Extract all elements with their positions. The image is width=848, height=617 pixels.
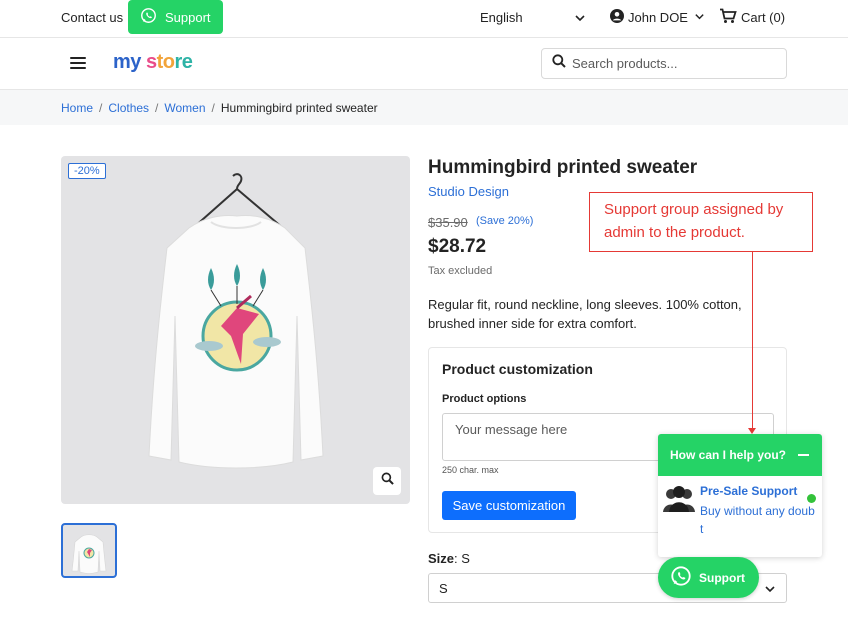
breadcrumb-home[interactable]: Home (61, 101, 93, 115)
search-box (541, 48, 787, 79)
chevron-down-icon[interactable] (574, 11, 586, 29)
zoom-icon (381, 472, 394, 490)
menu-icon[interactable] (70, 57, 86, 69)
agent-name: Pre-Sale Support (700, 484, 798, 498)
regular-price: $35.90 (428, 215, 468, 230)
user-name: John DOE (628, 10, 688, 25)
store-logo[interactable]: my store (113, 51, 193, 74)
size-option: S (439, 580, 448, 596)
zoom-button[interactable] (373, 467, 401, 495)
user-icon (610, 9, 624, 26)
discount-label: (Save 20%) (476, 215, 534, 227)
sweater-image (148, 173, 324, 469)
whatsapp-floating-button[interactable]: Support (658, 557, 759, 598)
support-widget-title: How can I help you? (670, 448, 787, 462)
support-label: Support (165, 9, 211, 25)
breadcrumb-separator: / (155, 101, 159, 115)
customization-title: Product customization (442, 361, 593, 377)
agent-group-avatar (662, 484, 696, 514)
support-widget-header[interactable]: How can I help you? (658, 434, 822, 476)
annotation-callout: Support group assigned by admin to the p… (589, 192, 813, 252)
minimize-icon[interactable] (798, 454, 809, 456)
breadcrumb: Home / Clothes / Women / Hummingbird pri… (61, 101, 378, 115)
char-limit-note: 250 char. max (442, 465, 499, 475)
cart-label: Cart (0) (741, 10, 786, 25)
main-header: my store (0, 38, 848, 90)
agent-subtitle: Buy without any doubt (700, 504, 815, 536)
brand-link[interactable]: Studio Design (428, 184, 509, 199)
breadcrumb-current: Hummingbird printed sweater (220, 101, 378, 115)
product-thumbnail[interactable] (61, 523, 117, 578)
size-selected-value: S (461, 551, 470, 566)
whatsapp-icon (140, 7, 157, 27)
breadcrumb-clothes[interactable]: Clothes (108, 101, 149, 115)
discount-badge: -20% (68, 163, 106, 179)
user-account-menu[interactable]: John DOE (610, 9, 705, 26)
search-icon[interactable] (552, 54, 566, 73)
breadcrumb-women[interactable]: Women (164, 101, 205, 115)
whatsapp-support-button[interactable]: Support (128, 0, 223, 34)
top-bar: Contact us Support English John DOE Cart… (0, 0, 848, 38)
tax-note: Tax excluded (428, 265, 493, 277)
product-description: Regular fit, round neckline, long sleeve… (428, 297, 742, 331)
product-title: Hummingbird printed sweater (428, 157, 698, 178)
save-customization-button[interactable]: Save customization (442, 491, 576, 520)
whatsapp-icon (670, 565, 692, 590)
chevron-down-icon (694, 10, 705, 25)
search-input[interactable] (572, 56, 772, 71)
product-main-image[interactable]: -20% (61, 156, 410, 504)
annotation-line (752, 252, 753, 430)
size-label: Size: S (428, 551, 470, 566)
breadcrumb-separator: / (211, 101, 215, 115)
sweater-thumbnail-image (71, 534, 107, 574)
cart-link[interactable]: Cart (0) (719, 8, 785, 27)
support-agent-item[interactable]: Pre-Sale Support Buy without any doubt (662, 482, 818, 542)
chevron-down-icon (764, 583, 776, 598)
breadcrumb-separator: / (99, 101, 103, 115)
language-select[interactable]: English (480, 10, 523, 25)
support-chat-widget: How can I help you? Pre-Sale Support Buy… (658, 434, 822, 557)
float-support-label: Support (699, 570, 745, 585)
breadcrumb-bar: Home / Clothes / Women / Hummingbird pri… (0, 90, 848, 125)
contact-us-link[interactable]: Contact us (61, 10, 123, 25)
cart-icon (719, 8, 737, 27)
product-options-label: Product options (442, 393, 527, 405)
current-price: $28.72 (428, 236, 487, 257)
